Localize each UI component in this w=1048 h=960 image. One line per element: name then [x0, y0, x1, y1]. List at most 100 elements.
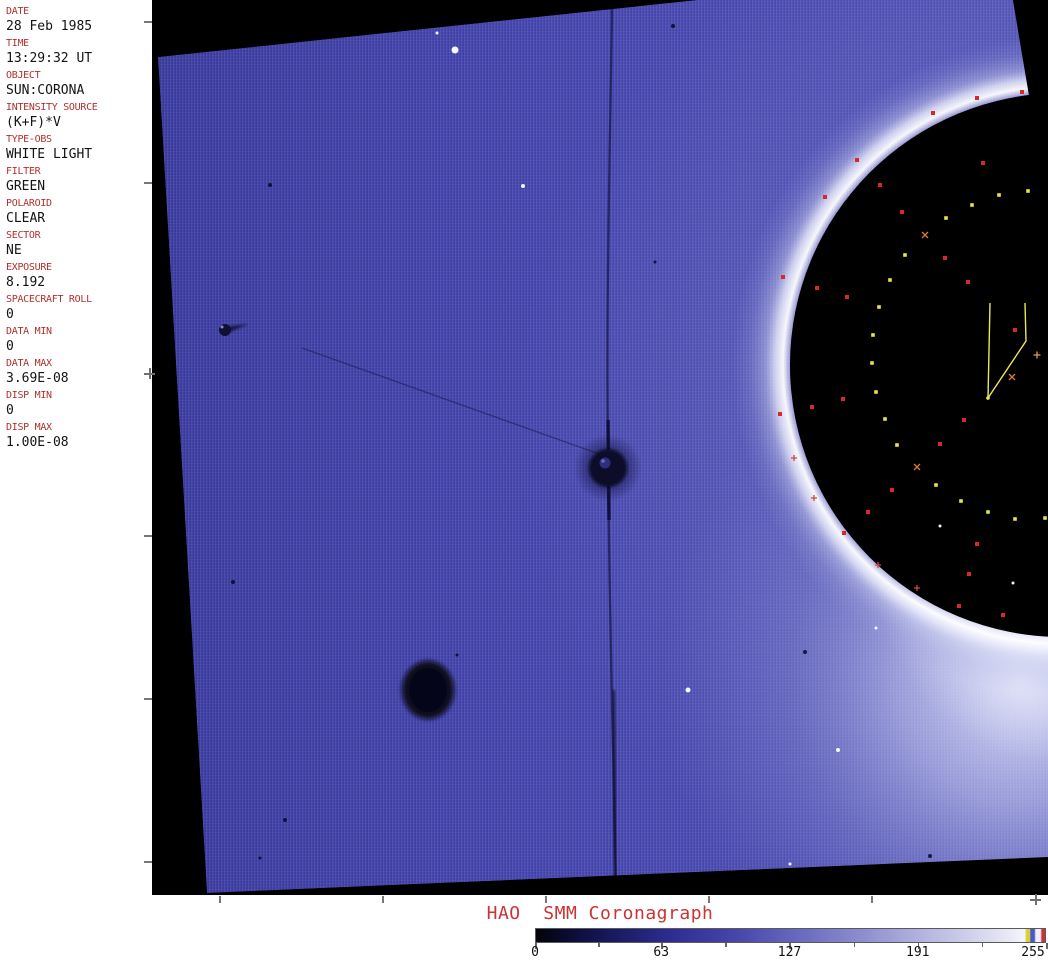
colorbar-minor-tick: [598, 943, 600, 947]
fiducial-dot-yellow: [874, 390, 878, 394]
dark-speck: [231, 580, 235, 584]
metadata-field: OBJECT SUN:CORONA: [6, 69, 152, 101]
coronagraph-image: [152, 0, 1048, 895]
fiducial-dot-red: [957, 604, 961, 608]
dark-speck: [928, 854, 932, 858]
frame-tick: [144, 182, 152, 184]
fiducial-dot-yellow: [934, 483, 938, 487]
fiducial-dot-red: [931, 111, 935, 115]
field-value: (K+F)*V: [6, 115, 61, 130]
white-speck: [788, 862, 792, 866]
fiducial-dot-red: [845, 295, 849, 299]
colorbar-tick-label: 0: [531, 945, 539, 960]
fiducial-dot-red: [815, 286, 819, 290]
white-speck: [521, 184, 525, 188]
white-speck: [451, 46, 459, 54]
colorbar-tick-label: 191: [905, 945, 930, 960]
fiducial-dot-red: [1001, 613, 1005, 617]
fiducial-dot-yellow: [1013, 517, 1017, 521]
white-speck: [685, 687, 691, 693]
colorbar-tick-label: 63: [653, 945, 670, 960]
fiducial-dot-red: [981, 161, 985, 165]
field-label: INTENSITY SOURCE: [6, 102, 98, 113]
field-value: SUN:CORONA: [6, 83, 85, 98]
metadata-field: TIME 13:29:32 UT: [6, 37, 152, 69]
dark-speck: [268, 183, 272, 187]
metadata-field: SECTOR NE: [6, 229, 152, 261]
field-label: SECTOR: [6, 230, 41, 241]
fiducial-dot-red: [878, 183, 882, 187]
white-speck: [1011, 581, 1015, 585]
fiducial-dot-yellow: [877, 305, 881, 309]
frame-plus-mark: [1030, 894, 1041, 905]
field-label: OBJECT: [6, 70, 41, 81]
fiducial-dot-yellow: [895, 443, 899, 447]
fiducial-dot-yellow: [1026, 189, 1030, 193]
field-value: 0: [6, 339, 14, 354]
frame-tick: [144, 698, 152, 700]
fiducial-dot-red: [975, 542, 979, 546]
field-label: POLAROID: [6, 198, 52, 209]
metadata-field: DATA MIN 0: [6, 325, 152, 357]
field-value: 0: [6, 307, 14, 322]
field-label: DATA MIN: [6, 326, 52, 337]
colorbar-tick-label: 127: [777, 945, 802, 960]
white-speck: [435, 31, 439, 35]
field-label: DATE: [6, 6, 29, 17]
dark-speck: [803, 650, 807, 654]
fiducial-dot-red: [1013, 328, 1017, 332]
field-label: FILTER: [6, 166, 41, 177]
white-speck: [874, 626, 878, 630]
fiducial-dot-yellow: [986, 510, 990, 514]
fiducial-dot-red: [823, 195, 827, 199]
metadata-field: DATE 28 Feb 1985: [6, 5, 152, 37]
fiducial-dot-yellow: [959, 499, 963, 503]
fiducial-dot-red: [967, 572, 971, 576]
smm-coronagraph-viewer: DATE 28 Feb 1985 TIME 13:29:32 UT OBJECT SUN:…: [0, 0, 1048, 960]
field-value: 13:29:32 UT: [6, 51, 93, 66]
fiducial-dot-red: [841, 397, 845, 401]
white-speck: [938, 524, 942, 528]
fiducial-dot-yellow: [944, 216, 948, 220]
metadata-sidebar: DATE 28 Feb 1985 TIME 13:29:32 UT OBJECT SUN:…: [0, 0, 152, 960]
dark-speck: [283, 818, 287, 822]
metadata-field: SPACECRAFT ROLL 0: [6, 293, 152, 325]
dark-speck: [455, 653, 459, 657]
field-label: TIME: [6, 38, 29, 49]
fiducial-dot-red: [866, 510, 870, 514]
field-value: 3.69E-08: [6, 371, 69, 386]
field-value: WHITE LIGHT: [6, 147, 93, 162]
dark-speck: [671, 24, 675, 28]
coronagraph-image-area: [152, 0, 1048, 895]
fiducial-dot-red: [842, 531, 846, 535]
dark-speck: [653, 260, 657, 264]
field-value: 1.00E-08: [6, 435, 69, 450]
field-value: GREEN: [6, 179, 46, 194]
frame-tick: [144, 861, 152, 863]
fiducial-dot-yellow: [883, 417, 887, 421]
field-value: 0: [6, 403, 14, 418]
metadata-field: DATA MAX 3.69E-08: [6, 357, 152, 389]
fiducial-dot-yellow: [997, 193, 1001, 197]
fiducial-dot-red: [890, 488, 894, 492]
frame-plus-mark: [144, 368, 155, 379]
white-speck: [836, 748, 840, 752]
fiducial-dot-red: [966, 280, 970, 284]
metadata-field: EXPOSURE 8.192: [6, 261, 152, 293]
frame-tick: [708, 896, 710, 903]
fiducial-dot-red: [975, 96, 979, 100]
polyline-vertex-dot: [986, 396, 990, 400]
fiducial-dot-red: [810, 405, 814, 409]
metadata-field-list: DATE 28 Feb 1985 TIME 13:29:32 UT OBJECT SUN:…: [6, 5, 152, 453]
fiducial-dot-red: [778, 412, 782, 416]
fiducial-dot-yellow: [1043, 516, 1047, 520]
field-label: SPACECRAFT ROLL: [6, 294, 92, 305]
frame-tick: [144, 535, 152, 537]
frame-tick: [382, 896, 384, 903]
metadata-field: FILTER GREEN: [6, 165, 152, 197]
fiducial-dot-yellow: [870, 361, 874, 365]
field-label: DISP MAX: [6, 422, 52, 433]
field-label: TYPE-OBS: [6, 134, 52, 145]
intensity-colorbar: [535, 928, 1046, 943]
metadata-field: DISP MAX 1.00E-08: [6, 421, 152, 453]
